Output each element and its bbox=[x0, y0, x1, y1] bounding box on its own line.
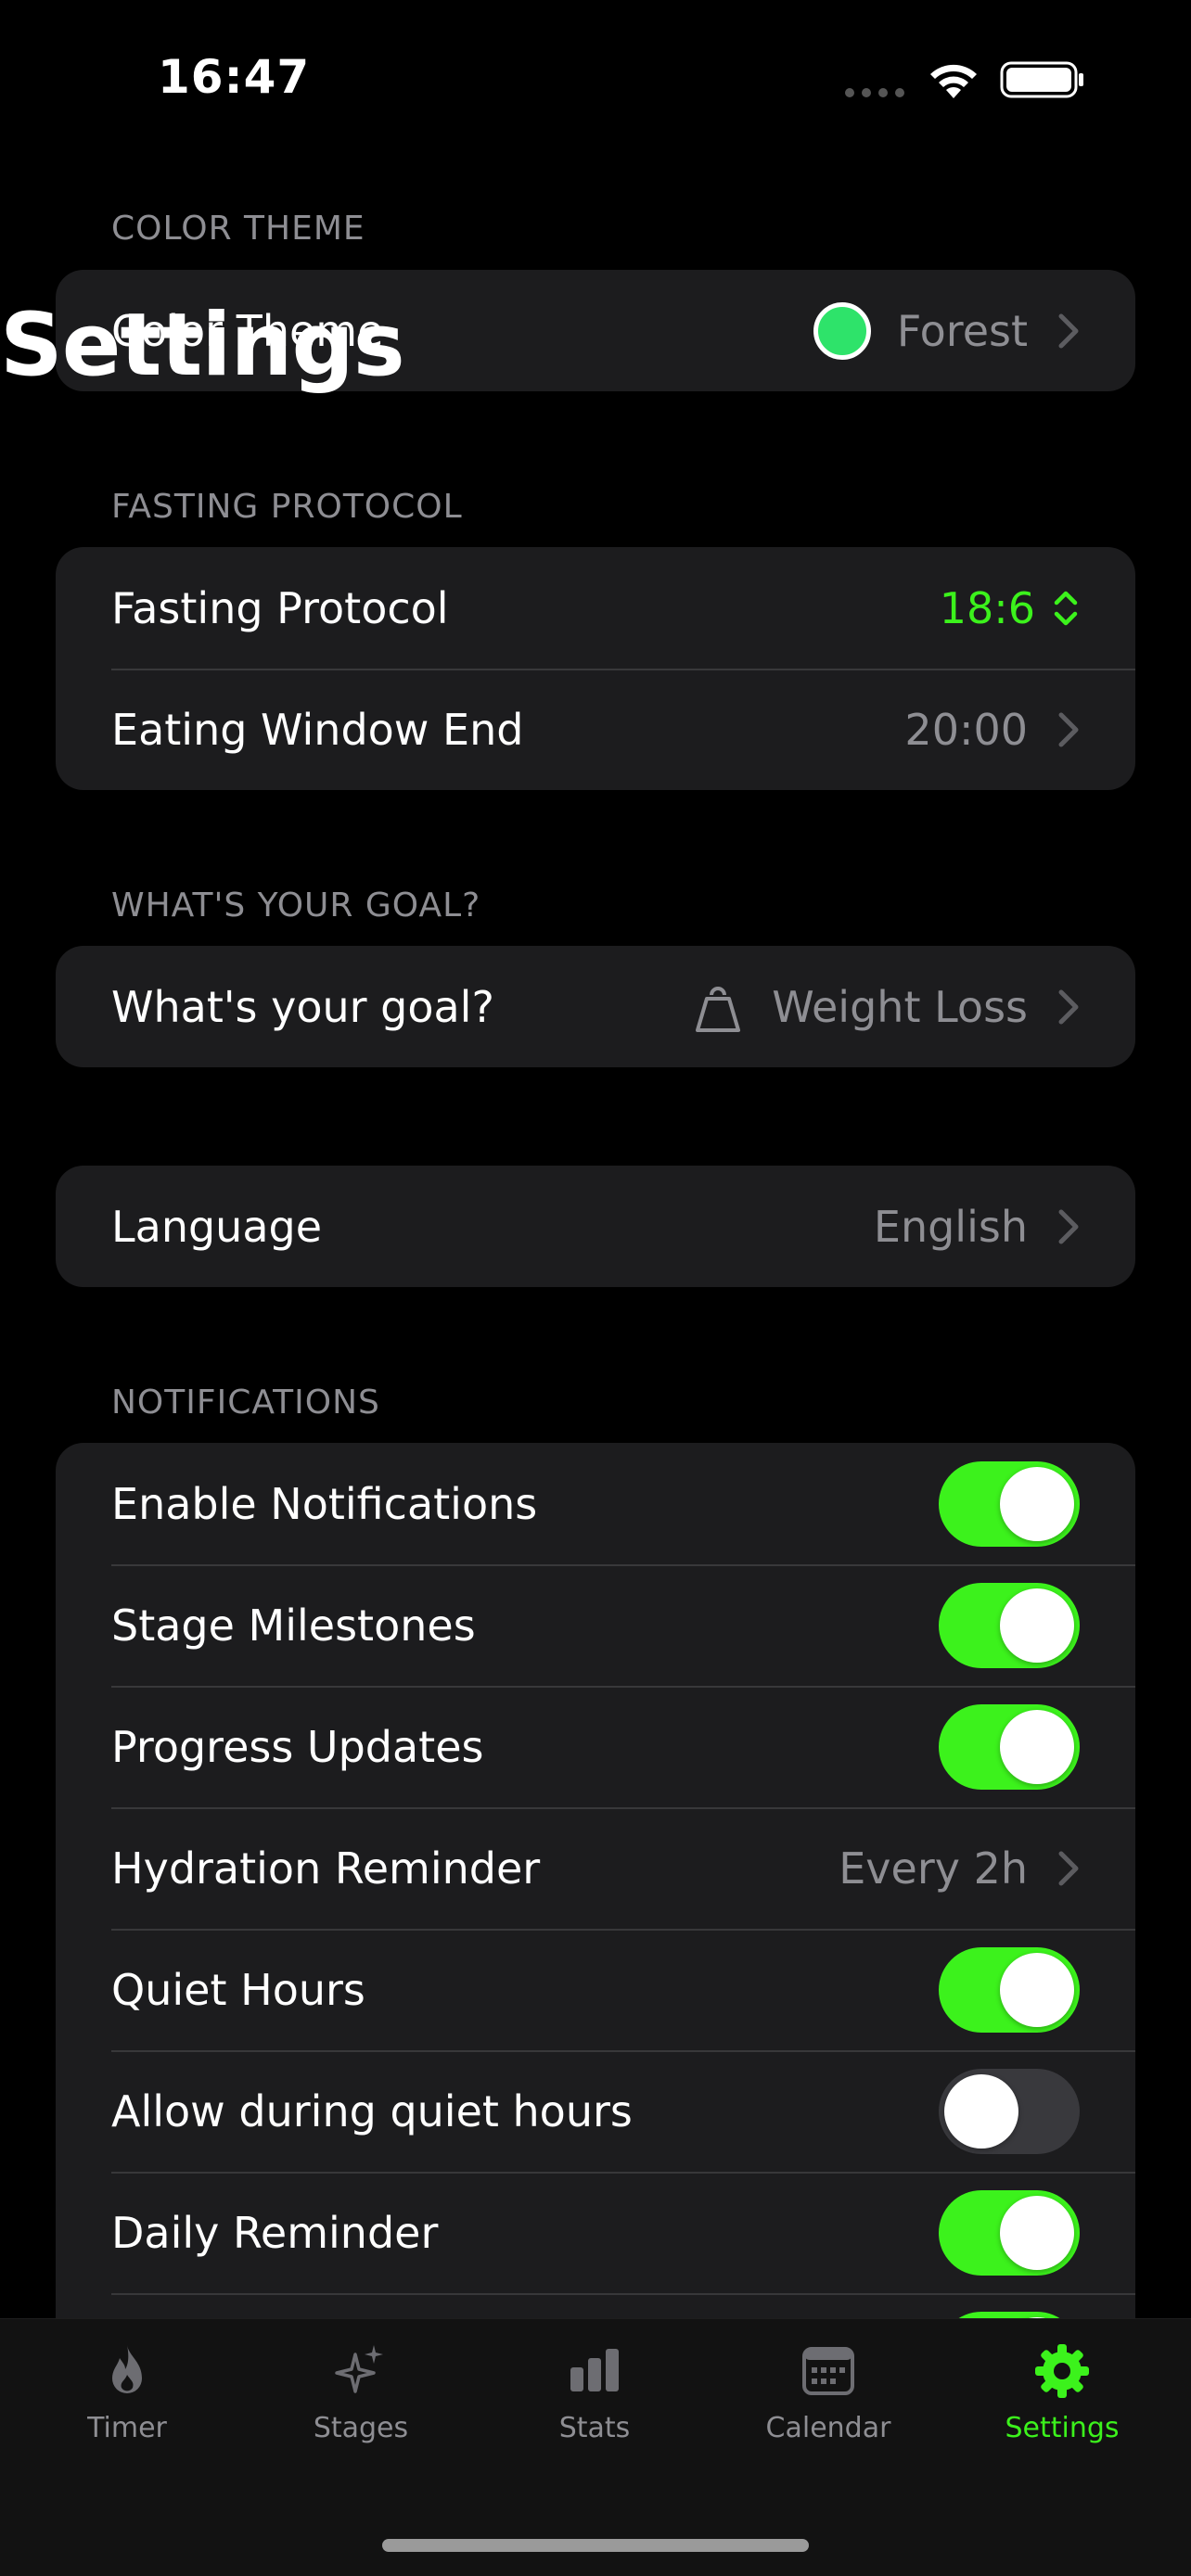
chevron-right-icon bbox=[1058, 989, 1079, 1024]
tab-bar: Timer Stages Stats Calendar Settings bbox=[0, 2318, 1191, 2576]
allow-during-quiet-hours-row: Allow during quiet hours bbox=[56, 2050, 1135, 2172]
enable-notifications-row: Enable Notifications bbox=[56, 1443, 1135, 1564]
fasting-protocol-value: 18:6 bbox=[939, 582, 1035, 633]
allow-during-quiet-hours-toggle[interactable] bbox=[939, 2068, 1080, 2154]
eating-window-end-row[interactable]: Eating Window End 20:00 bbox=[56, 669, 1135, 790]
calendar-icon bbox=[802, 2347, 854, 2395]
language-label: Language bbox=[111, 1201, 323, 1252]
toggle-knob bbox=[1000, 1466, 1074, 1541]
hydration-reminder-value: Every 2h bbox=[839, 1843, 1028, 1894]
goal-value-container: Weight Loss bbox=[694, 980, 1080, 1034]
language-row[interactable]: Language English bbox=[56, 1166, 1135, 1287]
color-theme-value: Forest bbox=[896, 305, 1028, 356]
section-header-notifications: NOTIFICATIONS bbox=[111, 1384, 380, 1422]
theme-color-dot bbox=[813, 301, 871, 360]
chevron-up-down-icon bbox=[1054, 591, 1078, 625]
chevron-right-icon bbox=[1058, 1209, 1079, 1243]
toggle-knob bbox=[1000, 1588, 1074, 1663]
daily-reminder-label: Daily Reminder bbox=[111, 2207, 439, 2258]
toggle-knob bbox=[1000, 1709, 1074, 1784]
wifi-icon bbox=[930, 64, 977, 98]
progress-updates-toggle[interactable] bbox=[939, 1703, 1080, 1790]
daily-reminder-toggle[interactable] bbox=[939, 2189, 1080, 2276]
status-time: 16:47 bbox=[158, 50, 311, 104]
fasting-protocol-label: Fasting Protocol bbox=[111, 582, 449, 633]
tab-stats[interactable]: Stats bbox=[493, 2341, 697, 2471]
tab-stages-label: Stages bbox=[313, 2412, 409, 2444]
language-group: Language English bbox=[56, 1166, 1135, 1287]
enable-notifications-label: Enable Notifications bbox=[111, 1478, 538, 1529]
tab-settings-label: Settings bbox=[1005, 2412, 1120, 2444]
kettlebell-icon bbox=[696, 986, 741, 1032]
goal-label: What's your goal? bbox=[111, 981, 494, 1032]
daily-reminder-row: Daily Reminder bbox=[56, 2172, 1135, 2293]
stage-milestones-row: Stage Milestones bbox=[56, 1564, 1135, 1686]
page-title: Settings bbox=[0, 295, 405, 396]
stage-milestones-toggle[interactable] bbox=[939, 1582, 1080, 1668]
bar-chart-icon bbox=[570, 2349, 619, 2391]
eating-window-end-label: Eating Window End bbox=[111, 704, 524, 755]
gear-icon bbox=[1035, 2344, 1089, 2398]
tab-stages[interactable]: Stages bbox=[259, 2341, 463, 2471]
notifications-group: Enable Notifications Stage Milestones Pr… bbox=[56, 1443, 1135, 2417]
section-header-fasting-protocol: FASTING PROTOCOL bbox=[111, 488, 463, 526]
hydration-reminder-row[interactable]: Hydration Reminder Every 2h bbox=[56, 1807, 1135, 1929]
quiet-hours-label: Quiet Hours bbox=[111, 1964, 365, 2015]
tab-calendar-label: Calendar bbox=[765, 2412, 891, 2444]
chevron-right-icon bbox=[1058, 712, 1079, 746]
fasting-protocol-row[interactable]: Fasting Protocol 18:6 bbox=[56, 547, 1135, 669]
progress-updates-label: Progress Updates bbox=[111, 1721, 484, 1772]
goal-row[interactable]: What's your goal? Weight Loss bbox=[56, 946, 1135, 1067]
sparkles-icon bbox=[335, 2345, 383, 2393]
hydration-reminder-label: Hydration Reminder bbox=[111, 1843, 541, 1894]
progress-updates-row: Progress Updates bbox=[56, 1686, 1135, 1807]
tab-calendar[interactable]: Calendar bbox=[726, 2341, 930, 2471]
status-bar: 16:47 bbox=[0, 0, 1191, 158]
battery-icon bbox=[1000, 61, 1083, 98]
toggle-knob bbox=[1000, 2195, 1074, 2270]
tab-timer[interactable]: Timer bbox=[25, 2341, 229, 2471]
tab-stats-label: Stats bbox=[558, 2412, 631, 2444]
goal-group: What's your goal? Weight Loss bbox=[56, 946, 1135, 1067]
quiet-hours-toggle[interactable] bbox=[939, 1946, 1080, 2033]
home-indicator[interactable] bbox=[382, 2539, 809, 2552]
toggle-knob bbox=[944, 2073, 1018, 2149]
eating-window-end-value-container: 20:00 bbox=[904, 705, 1080, 755]
color-theme-value-container: Forest bbox=[813, 301, 1080, 360]
language-value: English bbox=[873, 1201, 1028, 1252]
quiet-hours-row: Quiet Hours bbox=[56, 1929, 1135, 2050]
hydration-reminder-value-container: Every 2h bbox=[839, 1843, 1080, 1894]
toggle-knob bbox=[1000, 1952, 1074, 2027]
fasting-protocol-group: Fasting Protocol 18:6 Eating Window End … bbox=[56, 547, 1135, 790]
language-value-container: English bbox=[874, 1202, 1080, 1252]
stage-milestones-label: Stage Milestones bbox=[111, 1600, 476, 1651]
goal-value: Weight Loss bbox=[772, 981, 1028, 1032]
section-header-goal: WHAT'S YOUR GOAL? bbox=[111, 886, 481, 925]
tab-timer-label: Timer bbox=[87, 2412, 167, 2444]
tab-settings[interactable]: Settings bbox=[960, 2341, 1164, 2471]
enable-notifications-toggle[interactable] bbox=[939, 1460, 1080, 1547]
eating-window-end-value: 20:00 bbox=[904, 704, 1028, 755]
chevron-right-icon bbox=[1058, 313, 1079, 348]
fasting-protocol-picker[interactable]: 18:6 bbox=[940, 583, 1080, 633]
flame-icon bbox=[112, 2345, 142, 2393]
section-header-color-theme: COLOR THEME bbox=[111, 210, 365, 248]
cellular-signal-icon bbox=[845, 88, 904, 97]
allow-during-quiet-hours-label: Allow during quiet hours bbox=[111, 2085, 633, 2136]
chevron-right-icon bbox=[1058, 1851, 1079, 1885]
